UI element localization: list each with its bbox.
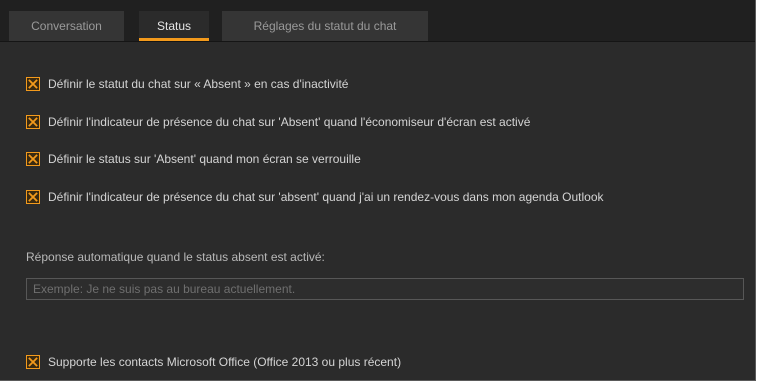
- tab-bar: Conversation Status Réglages du statut d…: [0, 0, 755, 42]
- checkbox-checked-icon[interactable]: [26, 355, 40, 369]
- checkbox-checked-icon[interactable]: [26, 115, 40, 129]
- tab-chat-status-settings[interactable]: Réglages du statut du chat: [222, 11, 428, 41]
- tab-conversation[interactable]: Conversation: [9, 11, 124, 41]
- option-label: Supporte les contacts Microsoft Office (…: [48, 355, 402, 369]
- option-label: Définir l'indicateur de présence du chat…: [48, 190, 604, 204]
- auto-reply-input[interactable]: [26, 278, 744, 300]
- option-outlook-meeting-away[interactable]: Définir l'indicateur de présence du chat…: [26, 189, 604, 205]
- checkbox-checked-icon[interactable]: [26, 190, 40, 204]
- checkbox-checked-icon[interactable]: [26, 152, 40, 166]
- option-office-contacts[interactable]: Supporte les contacts Microsoft Office (…: [26, 354, 401, 370]
- option-label: Définir l'indicateur de présence du chat…: [48, 115, 531, 129]
- option-label: Définir le statut du chat sur « Absent »…: [48, 77, 349, 91]
- auto-reply-label: Réponse automatique quand le status abse…: [26, 250, 325, 264]
- option-screensaver-away[interactable]: Définir l'indicateur de présence du chat…: [26, 114, 530, 130]
- status-settings-content: Définir le statut du chat sur « Absent »…: [0, 42, 755, 380]
- option-label: Définir le status sur 'Absent' quand mon…: [48, 152, 361, 166]
- tab-status[interactable]: Status: [139, 11, 209, 41]
- checkbox-checked-icon[interactable]: [26, 77, 40, 91]
- settings-panel: Conversation Status Réglages du statut d…: [0, 0, 756, 381]
- option-inactivity-away[interactable]: Définir le statut du chat sur « Absent »…: [26, 76, 348, 92]
- option-screen-lock-away[interactable]: Définir le status sur 'Absent' quand mon…: [26, 151, 361, 167]
